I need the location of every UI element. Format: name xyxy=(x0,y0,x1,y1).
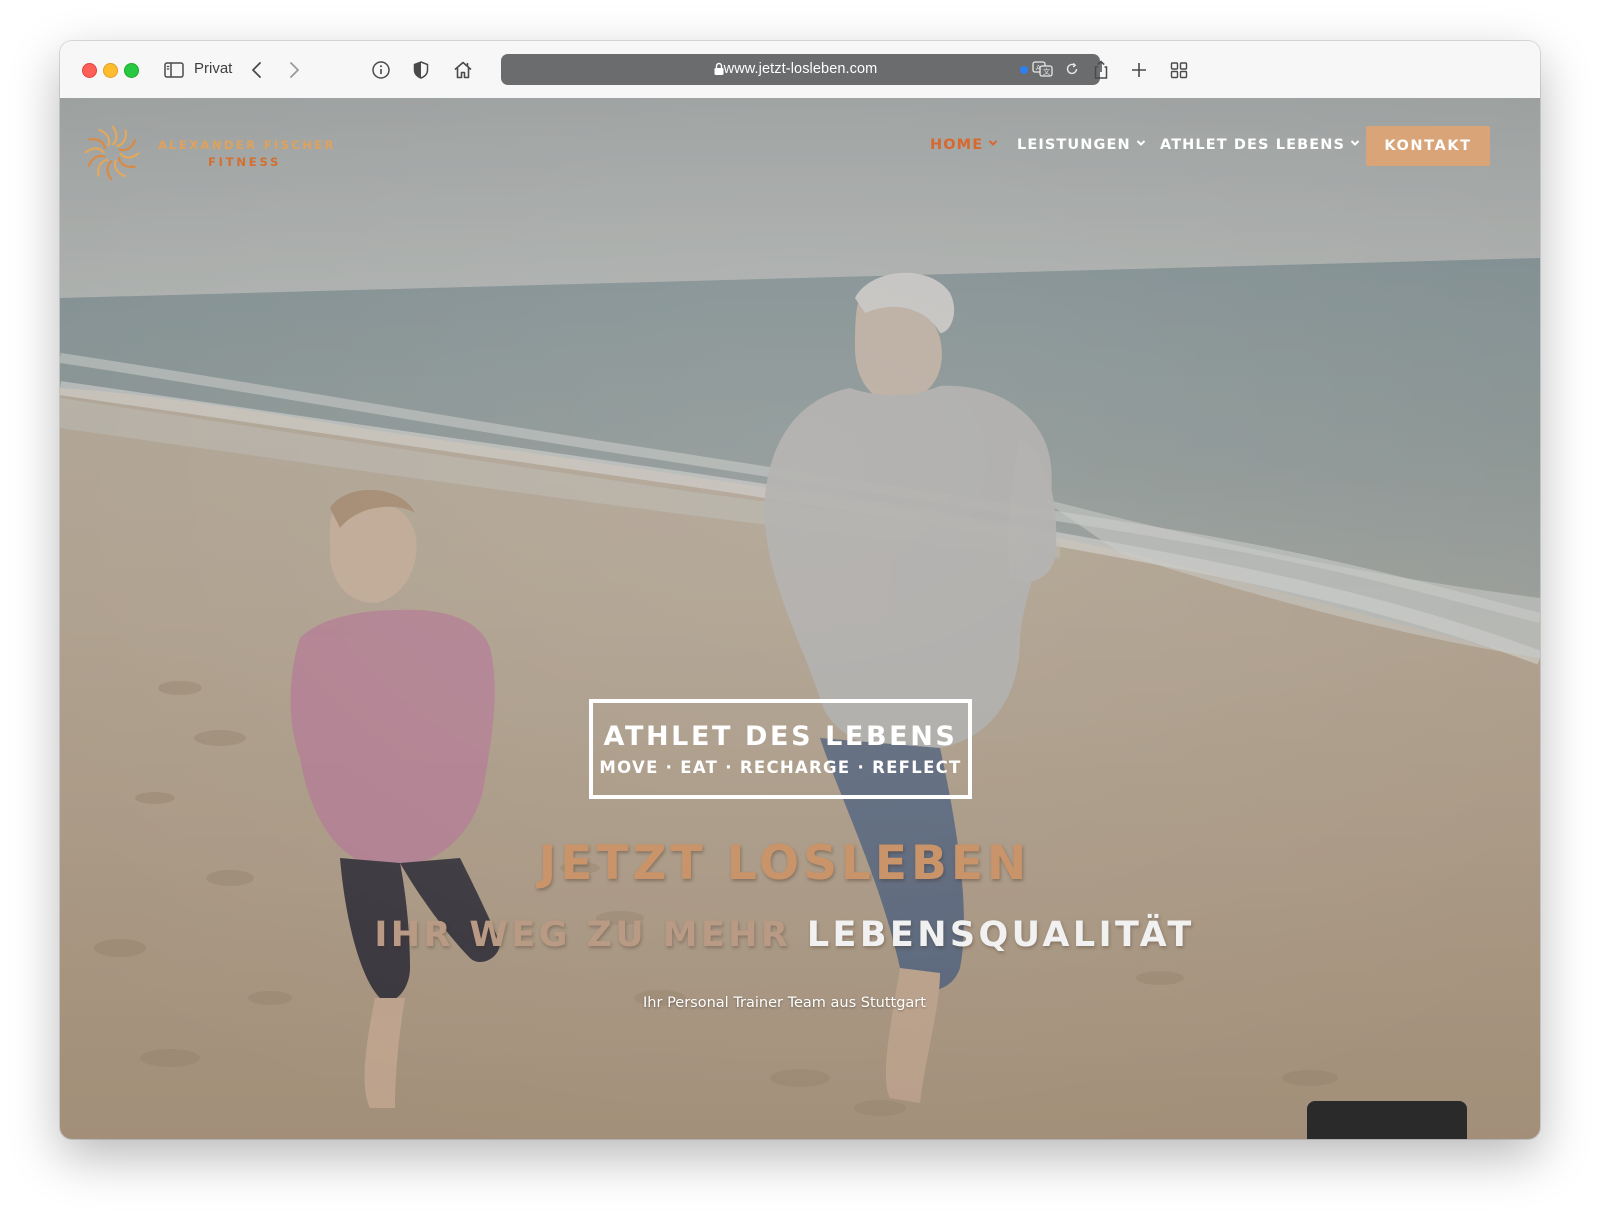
hero-subheadline-part2: LEBENSQUALITÄT xyxy=(806,915,1195,955)
private-profile-label: Privat xyxy=(194,60,233,77)
reload-icon[interactable] xyxy=(1064,61,1080,77)
share-icon[interactable] xyxy=(1089,58,1113,82)
browser-window: Privat www.jetzt-losleben.com A文 ALEXAND… xyxy=(60,41,1540,1139)
logo-fitness-text[interactable]: FITNESS xyxy=(208,155,281,169)
athlet-des-lebens-badge: ATHLET DES LEBENS MOVE · EAT · RECHARGE … xyxy=(589,699,972,799)
nav-item-home[interactable]: HOME xyxy=(930,137,998,153)
badge-subtitle: MOVE · EAT · RECHARGE · REFLECT xyxy=(599,758,962,777)
browser-toolbar: Privat www.jetzt-losleben.com A文 xyxy=(60,41,1540,99)
media-indicator-icon xyxy=(1020,66,1028,74)
nav-item-athlet-des-lebens[interactable]: ATHLET DES LEBENS xyxy=(1160,137,1360,153)
zoom-window-button[interactable] xyxy=(124,63,139,78)
badge-title: ATHLET DES LEBENS xyxy=(603,721,958,752)
forward-icon[interactable] xyxy=(282,58,306,82)
nav-item-leistungen-label: LEISTUNGEN xyxy=(1017,137,1131,153)
hero-subheadline-part1: IHR WEG ZU MEHR xyxy=(374,915,792,955)
hero-headline: JETZT LOSLEBEN xyxy=(538,836,1031,891)
hero-tagline: Ihr Personal Trainer Team aus Stuttgart xyxy=(643,995,926,1011)
nav-item-athlet-des-lebens-label: ATHLET DES LEBENS xyxy=(1160,137,1346,153)
page-viewport: ALEXANDER FISCHER FITNESS HOME LEISTUNGE… xyxy=(60,98,1540,1139)
chevron-down-icon xyxy=(1350,140,1360,146)
close-window-button[interactable] xyxy=(82,63,97,78)
chevron-down-icon xyxy=(988,140,998,146)
sidebar-toggle-icon[interactable] xyxy=(162,58,186,82)
tab-overview-icon[interactable] xyxy=(1167,58,1191,82)
translate-icon[interactable]: A文 xyxy=(1032,60,1054,78)
nav-item-home-label: HOME xyxy=(930,137,984,153)
privacy-shield-icon[interactable] xyxy=(409,58,433,82)
chat-widget-tab[interactable] xyxy=(1307,1101,1467,1139)
home-icon[interactable] xyxy=(451,58,475,82)
new-tab-icon[interactable] xyxy=(1127,58,1151,82)
chevron-down-icon xyxy=(1136,140,1145,146)
hero-subheadline: IHR WEG ZU MEHR LEBENSQUALITÄT xyxy=(60,915,1509,955)
minimize-window-button[interactable] xyxy=(103,63,118,78)
svg-text:文: 文 xyxy=(1043,67,1050,76)
svg-text:A: A xyxy=(1036,64,1041,72)
back-icon[interactable] xyxy=(245,58,269,82)
kontakt-button[interactable]: KONTAKT xyxy=(1366,126,1490,166)
info-icon[interactable] xyxy=(369,58,393,82)
url-text: www.jetzt-losleben.com xyxy=(723,61,878,77)
sun-logo-icon[interactable] xyxy=(82,123,142,183)
address-bar[interactable]: www.jetzt-losleben.com A文 xyxy=(501,54,1100,85)
logo-name-text[interactable]: ALEXANDER FISCHER xyxy=(158,138,336,152)
nav-item-leistungen[interactable]: LEISTUNGEN xyxy=(1017,137,1146,153)
hero-dim-overlay xyxy=(60,98,1540,1139)
